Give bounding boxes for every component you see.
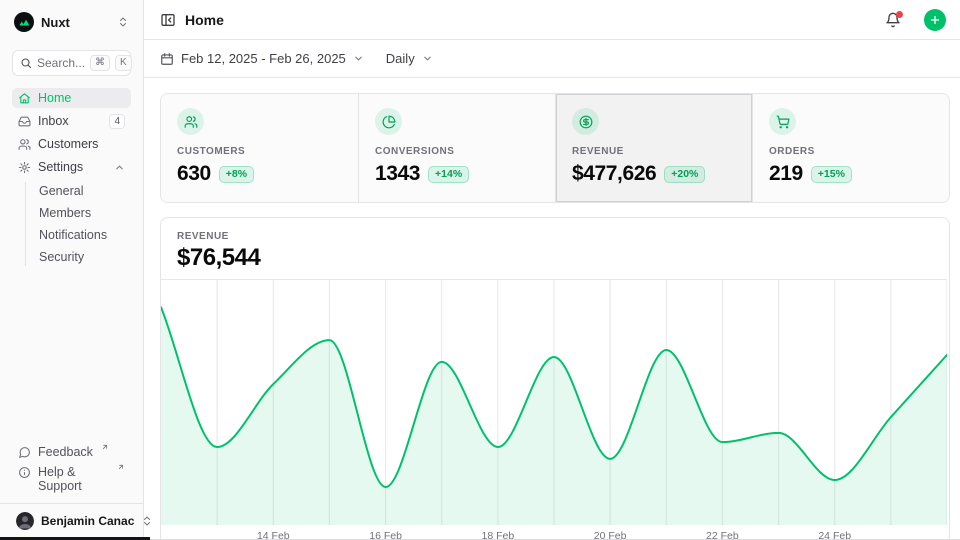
stat-card-conversions[interactable]: CONVERSIONS 1343 +14%	[358, 94, 555, 202]
sidebar-item-label: Inbox	[38, 114, 69, 128]
stat-delta-badge: +8%	[219, 166, 254, 183]
stat-card-orders[interactable]: ORDERS 219 +15%	[752, 94, 949, 202]
search-placeholder: Search...	[37, 56, 85, 70]
stat-label: REVENUE	[572, 146, 736, 157]
date-range-picker[interactable]: Feb 12, 2025 - Feb 26, 2025	[160, 51, 364, 66]
stat-card-customers[interactable]: CUSTOMERS 630 +8%	[161, 94, 358, 202]
sidebar: Nuxt Search... ⌘ K Home	[0, 0, 144, 540]
sidebar-subitem-members[interactable]: Members	[35, 204, 131, 222]
plus-icon	[929, 14, 941, 26]
workspace-switcher[interactable]: Nuxt	[12, 10, 131, 36]
gear-icon	[18, 161, 31, 174]
footer-link-label: Feedback	[38, 445, 93, 459]
inbox-icon	[18, 115, 31, 128]
search-icon	[20, 57, 32, 69]
home-icon	[18, 92, 31, 105]
sidebar-item-customers[interactable]: Customers	[12, 134, 131, 154]
nuxt-logo-icon	[14, 12, 34, 32]
stats-row: CUSTOMERS 630 +8% CONVERSIONS 1343 +14%	[160, 93, 950, 203]
chevrons-up-down-icon	[117, 16, 129, 28]
message-circle-icon	[18, 446, 31, 459]
chevron-down-icon	[422, 53, 433, 64]
help-support-link[interactable]: Help & Support	[12, 462, 131, 496]
stat-value: 219	[769, 162, 803, 186]
stat-value: 630	[177, 162, 211, 186]
granularity-value: Daily	[386, 51, 415, 66]
subitem-label: General	[39, 184, 83, 198]
date-range-value: Feb 12, 2025 - Feb 26, 2025	[181, 51, 346, 66]
kbd-meta: ⌘	[90, 55, 110, 71]
notifications-button[interactable]	[885, 12, 901, 28]
sidebar-item-settings[interactable]: Settings	[12, 157, 131, 177]
chart-metric-label: REVENUE	[177, 231, 933, 242]
granularity-select[interactable]: Daily	[386, 51, 433, 66]
user-name: Benjamin Canac	[41, 514, 134, 528]
feedback-link[interactable]: Feedback	[12, 442, 131, 462]
users-icon	[18, 138, 31, 151]
stat-value: $477,626	[572, 162, 656, 186]
page-header: Home	[144, 0, 960, 40]
stat-label: CONVERSIONS	[375, 146, 539, 157]
user-menu[interactable]: Benjamin Canac	[12, 510, 131, 532]
stat-label: CUSTOMERS	[177, 146, 342, 157]
stat-value: 1343	[375, 162, 420, 186]
sidebar-subitem-security[interactable]: Security	[35, 248, 131, 266]
area-chart: 14 Feb16 Feb18 Feb20 Feb22 Feb24 Feb	[161, 279, 947, 540]
sidebar-divider	[0, 503, 143, 504]
main-area: Home Feb 12, 2025 - Feb 26, 2025 Daily	[144, 0, 960, 540]
search-input[interactable]: Search... ⌘ K	[12, 50, 131, 76]
stat-delta-badge: +14%	[428, 166, 469, 183]
sidebar-nav: Home Inbox 4 Customers Settings	[12, 88, 131, 266]
settings-submenu: General Members Notifications Security	[25, 182, 131, 266]
page-title: Home	[185, 12, 876, 28]
sidebar-subitem-general[interactable]: General	[35, 182, 131, 200]
sidebar-item-label: Customers	[38, 137, 98, 151]
chart-header: REVENUE $76,544	[161, 218, 949, 279]
dashboard-app: Nuxt Search... ⌘ K Home	[0, 0, 960, 540]
inbox-count-badge: 4	[109, 114, 125, 129]
sidebar-spacer	[12, 266, 131, 442]
notification-dot	[896, 11, 903, 18]
subitem-label: Members	[39, 206, 91, 220]
pie-chart-icon	[375, 108, 402, 135]
calendar-icon	[160, 52, 174, 66]
sidebar-item-home[interactable]: Home	[12, 88, 131, 108]
shopping-cart-icon	[769, 108, 796, 135]
chevron-up-icon	[114, 162, 125, 173]
external-link-icon	[117, 463, 125, 471]
circle-dollar-icon	[572, 108, 599, 135]
chevron-down-icon	[353, 53, 364, 64]
revenue-chart-card: REVENUE $76,544 14 Feb16 Feb18 Feb20 Feb…	[160, 217, 950, 540]
stat-delta-badge: +15%	[811, 166, 852, 183]
chart-plot-area[interactable]: 14 Feb16 Feb18 Feb20 Feb22 Feb24 Feb	[161, 279, 949, 540]
sidebar-item-inbox[interactable]: Inbox 4	[12, 111, 131, 131]
external-link-icon	[101, 443, 109, 451]
stat-card-revenue[interactable]: REVENUE $477,626 +20%	[555, 94, 752, 202]
sidebar-item-label: Settings	[38, 160, 83, 174]
sidebar-item-label: Home	[38, 91, 71, 105]
add-button[interactable]	[924, 9, 946, 31]
stat-label: ORDERS	[769, 146, 933, 157]
content: CUSTOMERS 630 +8% CONVERSIONS 1343 +14%	[144, 78, 960, 540]
sidebar-subitem-notifications[interactable]: Notifications	[35, 226, 131, 244]
filters-toolbar: Feb 12, 2025 - Feb 26, 2025 Daily	[144, 40, 960, 78]
users-icon	[177, 108, 204, 135]
info-circle-icon	[18, 466, 31, 479]
collapse-sidebar-button[interactable]	[160, 12, 176, 28]
subitem-label: Notifications	[39, 228, 107, 242]
workspace-name: Nuxt	[41, 15, 110, 30]
kbd-key: K	[115, 55, 132, 71]
chart-metric-value: $76,544	[177, 244, 933, 272]
stat-delta-badge: +20%	[664, 166, 705, 183]
subitem-label: Security	[39, 250, 84, 264]
footer-link-label: Help & Support	[38, 465, 109, 493]
avatar	[16, 512, 34, 530]
